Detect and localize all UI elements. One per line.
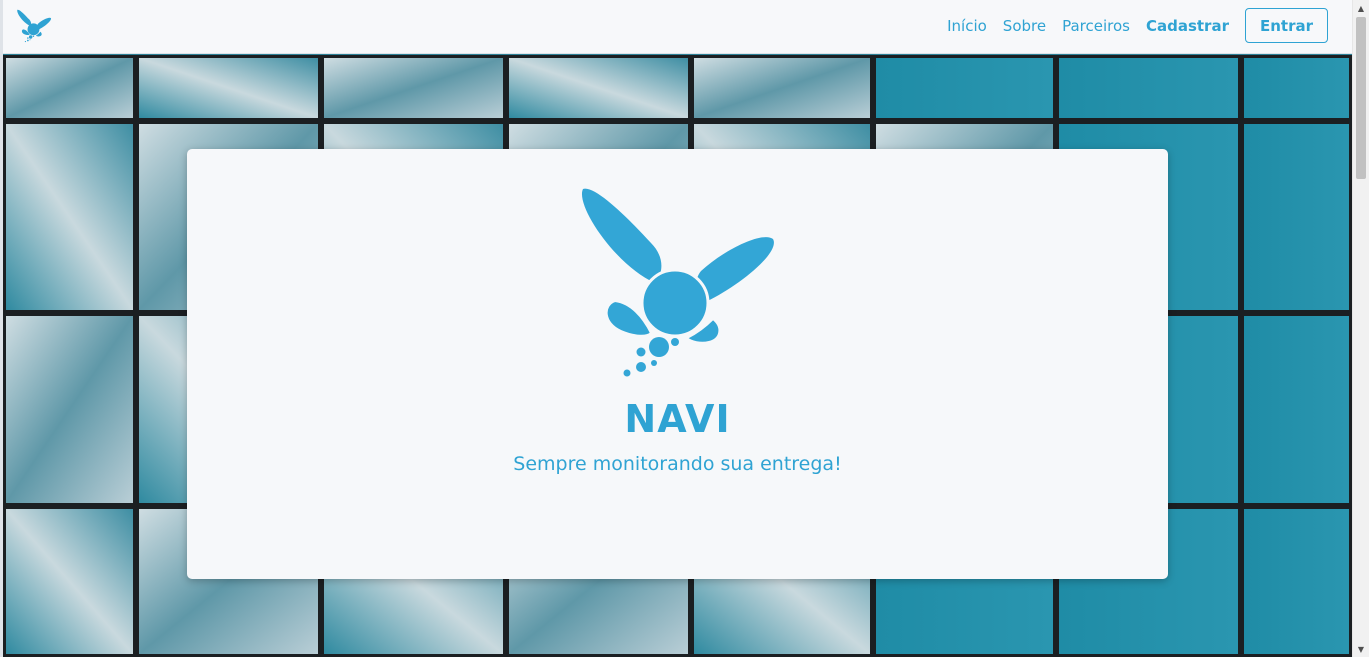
nav-link-sobre[interactable]: Sobre xyxy=(1003,17,1046,35)
scroll-up-icon[interactable]: ▲ xyxy=(1353,0,1369,16)
fairy-logo-icon xyxy=(17,9,52,43)
login-button[interactable]: Entrar xyxy=(1244,8,1328,43)
scroll-thumb[interactable] xyxy=(1356,17,1366,179)
navbar: Início Sobre Parceiros Cadastrar Entrar xyxy=(3,0,1352,54)
hero-title: NAVI xyxy=(624,397,731,441)
scroll-down-icon[interactable]: ▼ xyxy=(1353,641,1369,657)
brand-logo[interactable] xyxy=(16,8,52,44)
fairy-logo-icon xyxy=(581,188,774,377)
hero-logo xyxy=(575,185,781,379)
vertical-scrollbar[interactable]: ▲ ▼ xyxy=(1352,0,1369,657)
nav-link-inicio[interactable]: Início xyxy=(947,17,987,35)
nav-link-parceiros[interactable]: Parceiros xyxy=(1062,17,1130,35)
nav-link-cadastrar[interactable]: Cadastrar xyxy=(1146,17,1229,35)
window-edge xyxy=(0,0,3,657)
hero-card: NAVI Sempre monitorando sua entrega! xyxy=(187,149,1168,579)
hero-subtitle: Sempre monitorando sua entrega! xyxy=(513,453,842,475)
page: Início Sobre Parceiros Cadastrar Entrar xyxy=(0,0,1369,657)
nav-links: Início Sobre Parceiros Cadastrar Entrar xyxy=(931,7,1328,44)
